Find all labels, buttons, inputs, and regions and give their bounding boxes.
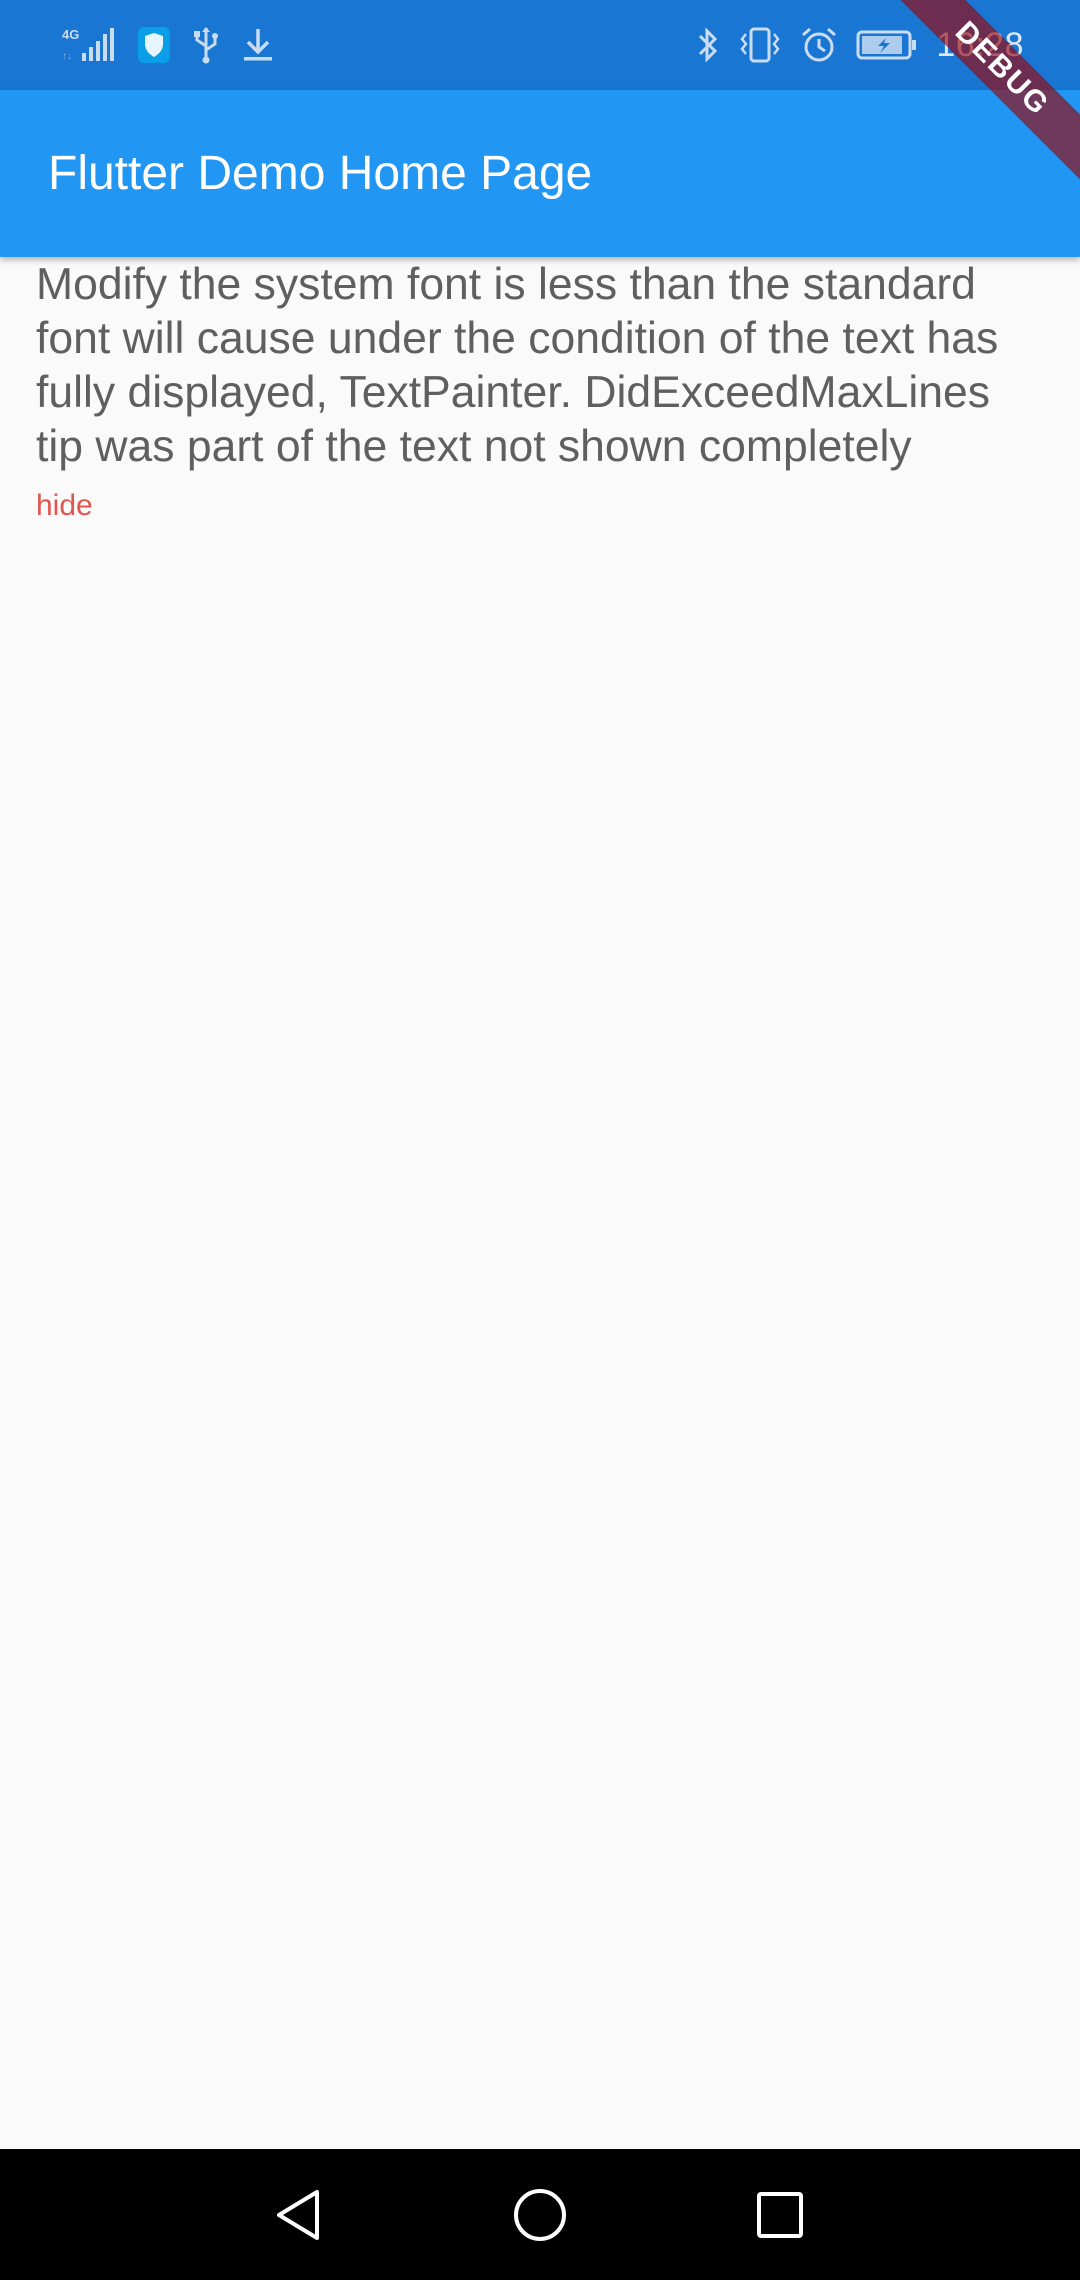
battery-charging-icon [856, 29, 918, 61]
usb-icon [192, 26, 220, 64]
hide-toggle-link[interactable]: hide [36, 488, 93, 524]
status-time: 16:28 [936, 25, 1024, 64]
svg-text:4G: 4G [62, 27, 79, 42]
status-bar: 4G ↑↓ 16:28 [0, 0, 1080, 90]
navigation-bar [0, 2149, 1080, 2280]
expandable-text: Modify the system font is less than the … [36, 260, 999, 471]
home-icon [512, 2187, 568, 2243]
back-icon [273, 2187, 325, 2243]
download-icon [242, 27, 274, 63]
back-button[interactable] [263, 2179, 335, 2251]
vibrate-icon [738, 26, 782, 64]
app-bar: Flutter Demo Home Page [0, 90, 1080, 257]
page-title: Flutter Demo Home Page [48, 147, 593, 200]
main-content: Modify the system font is less than the … [36, 258, 1046, 524]
svg-text:↑↓: ↑↓ [62, 51, 72, 62]
alarm-icon [800, 26, 838, 64]
shield-icon [138, 27, 170, 63]
home-button[interactable] [504, 2179, 576, 2251]
bluetooth-icon [696, 26, 720, 64]
status-icons-right: 16:28 [696, 20, 1024, 70]
recents-icon [755, 2190, 805, 2240]
recents-button[interactable] [744, 2179, 816, 2251]
signal-4g-icon: 4G ↑↓ [60, 25, 116, 65]
status-icons-left: 4G ↑↓ [60, 20, 274, 70]
